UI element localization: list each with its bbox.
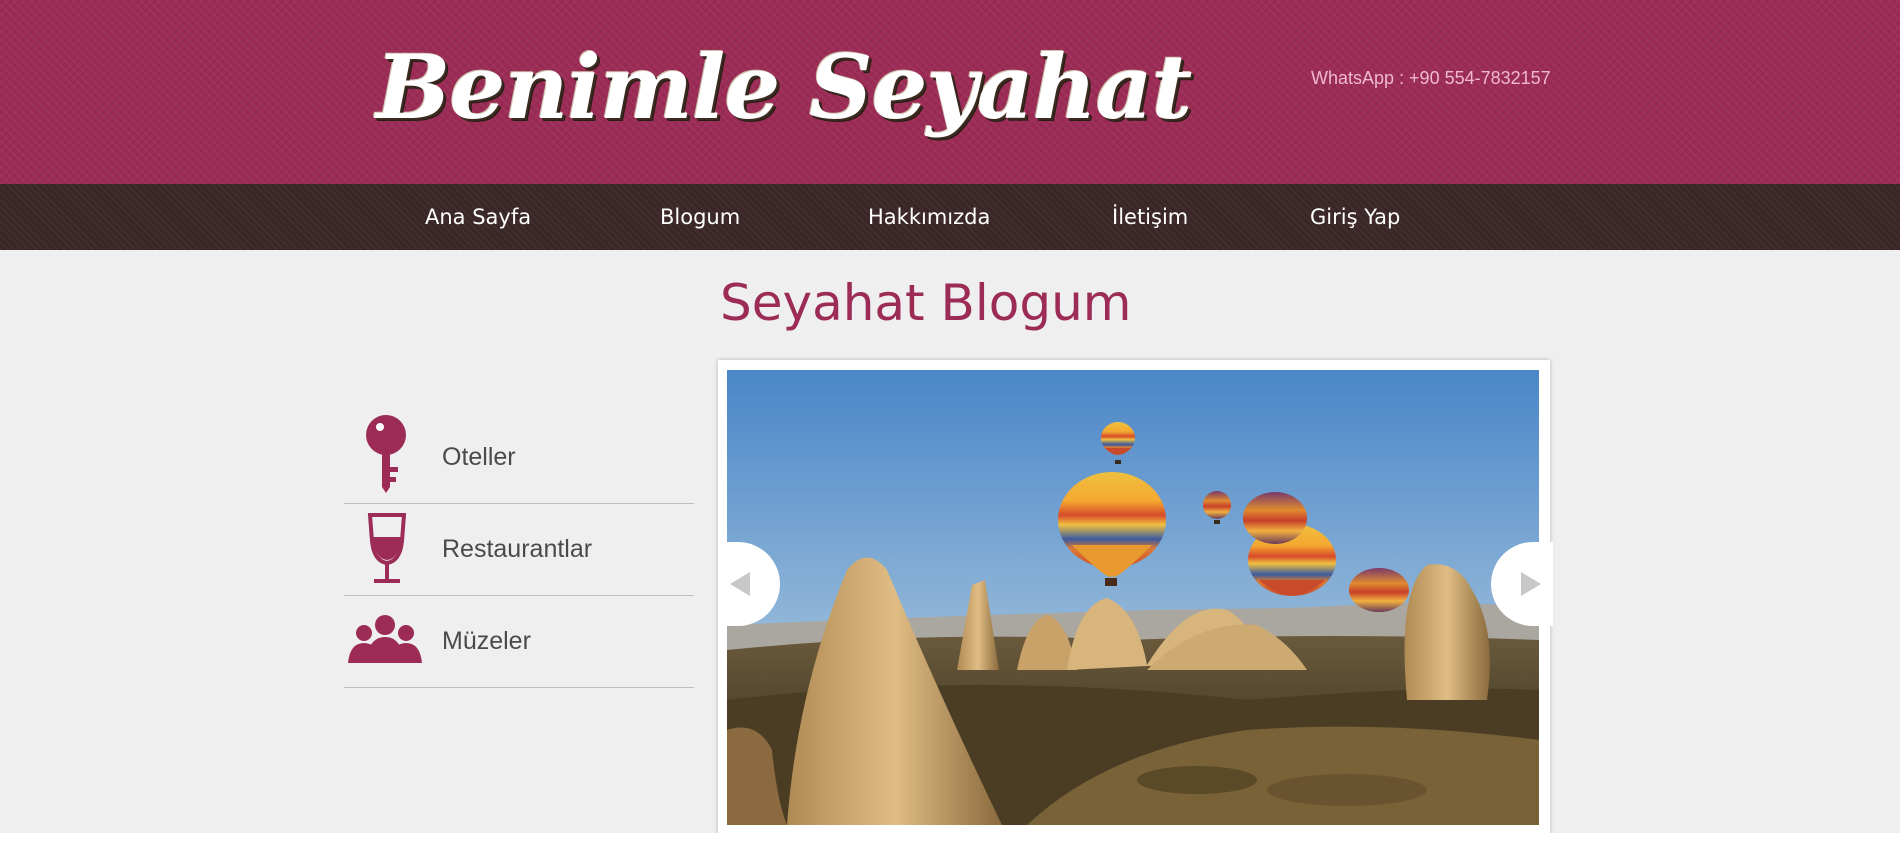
main-navigation: Ana Sayfa Blogum Hakkımızda İletişim Gir… — [0, 184, 1900, 250]
whatsapp-contact: WhatsApp : +90 554-7832157 — [1311, 68, 1551, 88]
content-footer-strip — [0, 833, 1900, 863]
nav-item-iletisim[interactable]: İletişim — [1112, 184, 1188, 250]
sidebar-item-label: Müzeler — [442, 627, 531, 655]
sidebar-item-label: Restaurantlar — [442, 535, 593, 563]
nav-item-ana-sayfa[interactable]: Ana Sayfa — [425, 184, 531, 250]
slide-image-balloons — [727, 370, 1539, 825]
key-icon — [344, 411, 426, 503]
nav-item-blogum[interactable]: Blogum — [660, 184, 740, 250]
slider-prev-button[interactable] — [718, 542, 780, 626]
nav-item-hakkimizda[interactable]: Hakkımızda — [868, 184, 990, 250]
wine-glass-icon — [344, 503, 426, 595]
sidebar-item-muzeler[interactable]: Müzeler — [344, 595, 694, 688]
site-logo[interactable]: Benimle Seyahat — [376, 20, 1192, 155]
slider-next-button[interactable] — [1491, 542, 1553, 626]
nav-item-giris-yap[interactable]: Giriş Yap — [1310, 184, 1400, 250]
image-slider[interactable] — [718, 360, 1550, 834]
chevron-left-icon — [730, 572, 750, 596]
site-header: Benimle Seyahat WhatsApp : +90 554-78321… — [0, 0, 1900, 184]
sidebar-item-restaurantlar[interactable]: Restaurantlar — [344, 503, 694, 596]
sidebar-item-label: Oteller — [442, 443, 516, 471]
chevron-right-icon — [1521, 572, 1541, 596]
sidebar-item-oteller[interactable]: Oteller — [344, 411, 694, 504]
people-icon — [344, 595, 426, 687]
page-title: Seyahat Blogum — [720, 274, 1132, 332]
